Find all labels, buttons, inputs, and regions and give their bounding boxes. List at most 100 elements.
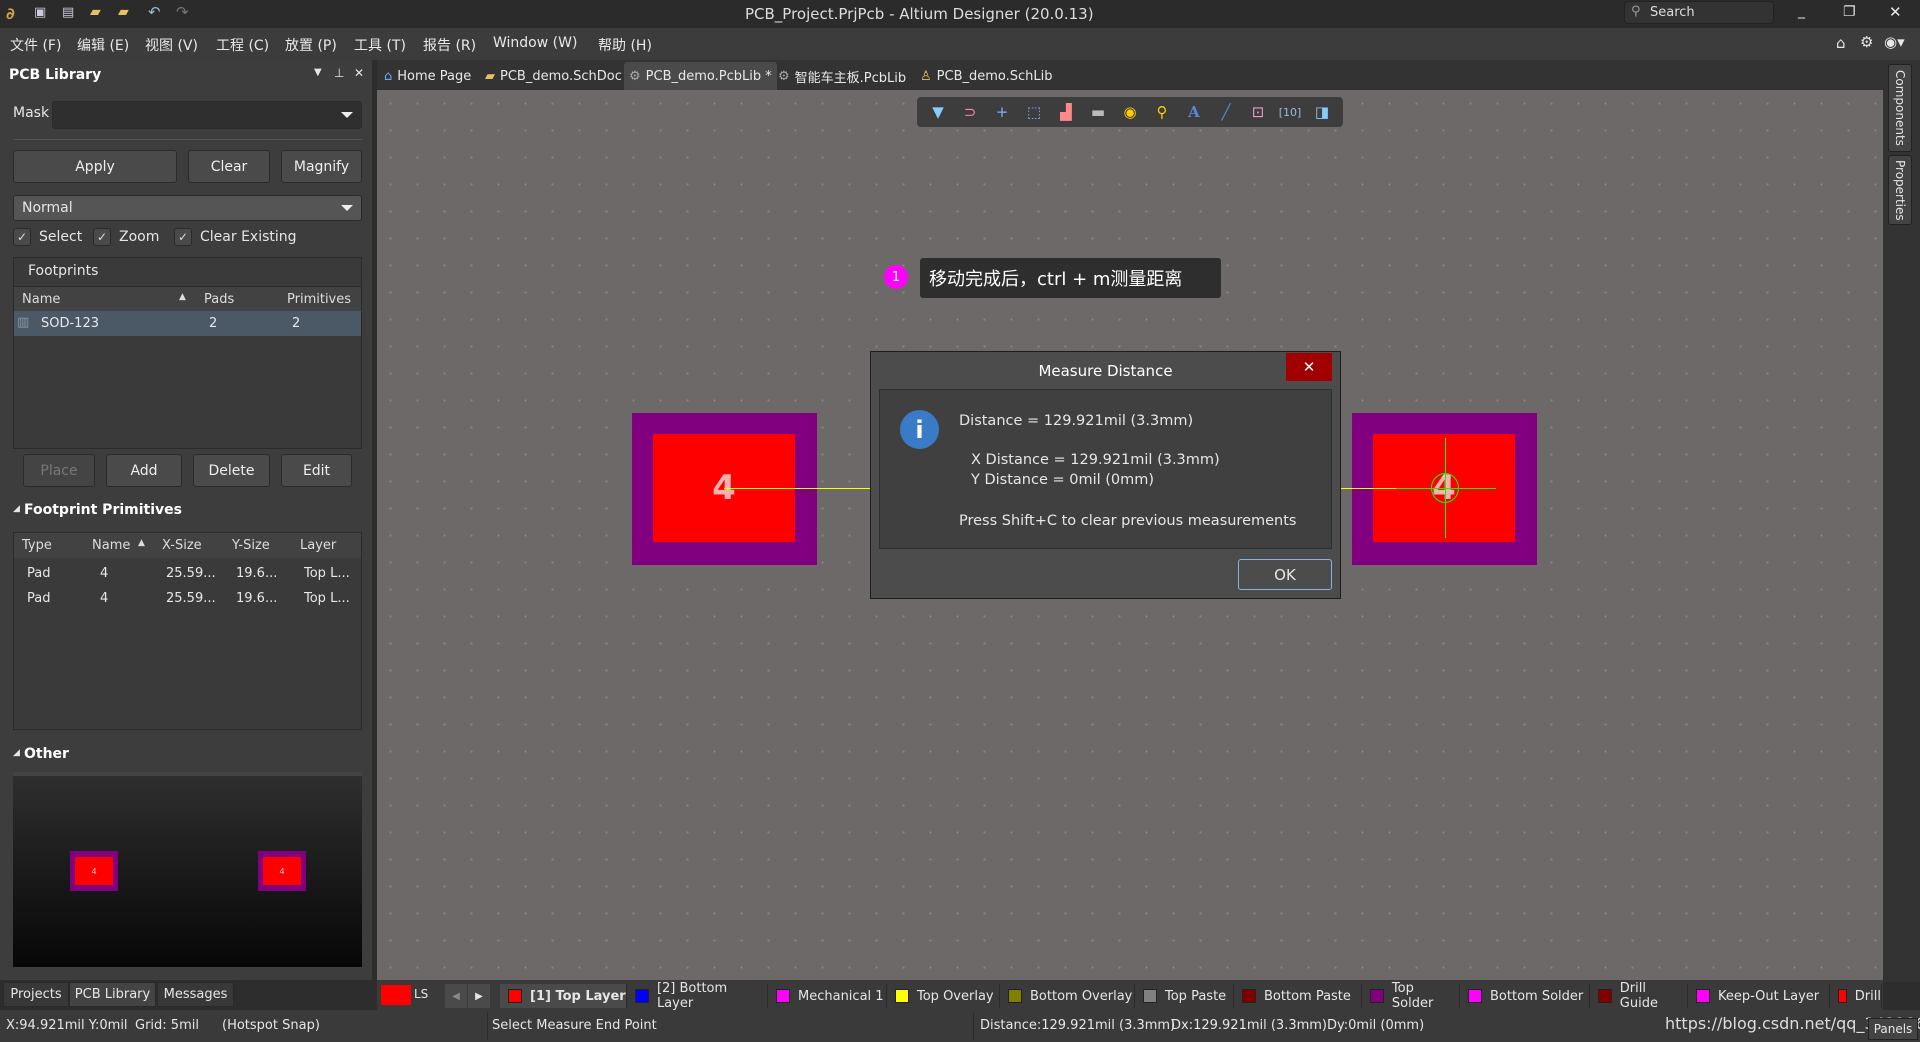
cell-y-size: 19.6...	[236, 566, 278, 581]
clear-button[interactable]: Clear	[188, 150, 270, 183]
user-account-icon[interactable]: ◉▾	[1884, 33, 1905, 51]
place-button[interactable]: Place	[23, 454, 95, 487]
snap-mode: (Hotspot Snap)	[222, 1018, 320, 1033]
minimize-button[interactable]: _	[1798, 3, 1805, 19]
mask-input[interactable]	[52, 101, 362, 129]
footprints-title: Footprints	[28, 263, 99, 279]
col-x-size[interactable]: X-Size	[162, 538, 202, 553]
gear-icon[interactable]: ⚙	[1860, 33, 1873, 51]
panels-button[interactable]: Panels	[1868, 1018, 1918, 1040]
col-primitives[interactable]: Primitives	[287, 292, 351, 307]
region-icon[interactable]: ◨	[1309, 101, 1335, 123]
zoom-checkbox[interactable]: ✓ Zoom	[93, 228, 159, 246]
menu-reports[interactable]: 报告 (R)	[423, 35, 476, 55]
ok-button[interactable]: OK	[1238, 559, 1332, 590]
layer-tab[interactable]: [2] Bottom Layer	[627, 981, 768, 1011]
menu-file[interactable]: 文件 (F)	[10, 35, 61, 55]
panel-menu-icon[interactable]: ▼	[314, 67, 322, 78]
table-row[interactable]: Pad 4 25.59... 19.6... Top L...	[14, 562, 361, 586]
search-box[interactable]: ⚲ Search	[1624, 1, 1774, 24]
mode-select[interactable]: Normal	[13, 195, 362, 221]
divider	[13, 139, 362, 140]
col-name[interactable]: Name	[22, 292, 60, 307]
home-icon[interactable]: ⌂	[1836, 34, 1846, 52]
current-layer-color[interactable]	[381, 985, 411, 1005]
add-button[interactable]: Add	[106, 454, 182, 487]
collapse-icon[interactable]: ◢	[13, 748, 20, 758]
tab-pcb-library[interactable]: PCB Library	[69, 982, 156, 1007]
clear-existing-checkbox[interactable]: ✓ Clear Existing	[174, 228, 297, 246]
save-icon[interactable]: ▣	[34, 5, 46, 20]
menu-window[interactable]: Window (W)	[493, 35, 577, 51]
table-row[interactable]: Pad 4 25.59... 19.6... Top L...	[14, 587, 361, 611]
col-y-size[interactable]: Y-Size	[232, 538, 270, 553]
line-icon[interactable]: ╱	[1213, 101, 1239, 123]
scroll-right-arrow[interactable]: ▶	[468, 984, 490, 1008]
layer-tab[interactable]: Top Overlay	[887, 984, 1000, 1008]
layer-tab[interactable]: Top Solder	[1362, 981, 1460, 1011]
scroll-left-arrow[interactable]: ◀	[445, 984, 467, 1008]
layer-tab[interactable]: Drill Guide	[1590, 981, 1688, 1011]
layer-tab[interactable]: Bottom Overlay	[1000, 984, 1135, 1008]
layer-set-button[interactable]: LS	[414, 987, 428, 1001]
select-rect-icon[interactable]: ⬚	[1021, 101, 1047, 123]
tab-schdoc[interactable]: ▰ PCB_demo.SchDoc	[480, 62, 627, 90]
open-icon[interactable]: ▰	[90, 4, 101, 20]
status-dx: Dx:129.921mil (3.3mm)	[1171, 1018, 1328, 1033]
align-icon[interactable]: ▟	[1053, 101, 1079, 123]
cell-x-size: 25.59...	[166, 566, 216, 581]
filter-icon[interactable]: ▼	[925, 101, 951, 123]
magnify-button[interactable]: Magnify	[281, 150, 362, 183]
layer-tab[interactable]: Drill	[1830, 984, 1882, 1008]
string-icon[interactable]: [10]	[1277, 101, 1303, 123]
table-row[interactable]: ▥ SOD-123 2 2	[14, 311, 361, 336]
pad-icon[interactable]: ◉	[1117, 101, 1143, 123]
edit-button[interactable]: Edit	[281, 454, 352, 487]
menu-edit[interactable]: 编辑 (E)	[77, 35, 129, 55]
tab-schlib[interactable]: ♙ PCB_demo.SchLib	[915, 62, 1058, 90]
interactive-routing-icon[interactable]: ⊃	[957, 101, 983, 123]
pad-left[interactable]: 4	[632, 413, 817, 565]
component-icon[interactable]: ▬	[1085, 101, 1111, 123]
tab-pcblib-active[interactable]: ⚙ PCB_demo.PcbLib *	[624, 62, 777, 90]
menu-view[interactable]: 视图 (V)	[145, 35, 198, 55]
apply-button[interactable]: Apply	[13, 150, 177, 183]
panel-close-icon[interactable]: ✕	[354, 66, 364, 80]
text-icon[interactable]: A	[1181, 101, 1207, 123]
layer-tab[interactable]: [1] Top Layer	[500, 984, 627, 1008]
collapse-icon[interactable]: ◢	[13, 504, 20, 514]
open-project-icon[interactable]: ▰	[118, 4, 129, 20]
col-name[interactable]: Name	[92, 538, 130, 553]
restore-button[interactable]: ❐	[1843, 4, 1856, 20]
tab-home-page[interactable]: ⌂ Home Page	[379, 62, 476, 90]
close-window-button[interactable]: ✕	[1889, 3, 1902, 21]
dialog-close-button[interactable]: ✕	[1286, 353, 1332, 381]
select-checkbox[interactable]: ✓ Select	[13, 228, 82, 246]
tab-projects[interactable]: Projects	[3, 982, 69, 1007]
tab-pcblib-2[interactable]: ⚙ 智能车主板.PcbLib	[773, 62, 911, 90]
components-tab[interactable]: Components	[1888, 64, 1912, 152]
layer-tab[interactable]: Keep-Out Layer	[1688, 984, 1830, 1008]
col-layer[interactable]: Layer	[300, 538, 336, 553]
menu-help[interactable]: 帮助 (H)	[598, 35, 652, 55]
layer-tab[interactable]: Mechanical 1	[768, 984, 887, 1008]
pin-icon[interactable]: ⊥	[334, 66, 344, 80]
layer-label: Drill	[1854, 988, 1881, 1004]
col-type[interactable]: Type	[22, 538, 52, 553]
crosshair-icon[interactable]: +	[989, 101, 1015, 123]
via-icon[interactable]: ⚲	[1149, 101, 1175, 123]
save-all-icon[interactable]: ▤	[62, 5, 74, 20]
dimension-icon[interactable]: ⊡	[1245, 101, 1271, 123]
layer-tab[interactable]: Top Paste	[1135, 984, 1234, 1008]
layer-tab[interactable]: Bottom Solder	[1460, 984, 1590, 1008]
properties-tab[interactable]: Properties	[1888, 155, 1912, 225]
delete-button[interactable]: Delete	[193, 454, 270, 487]
redo-icon[interactable]: ↷	[176, 3, 189, 21]
menu-project[interactable]: 工程 (C)	[216, 35, 269, 55]
menu-tools[interactable]: 工具 (T)	[354, 35, 406, 55]
undo-icon[interactable]: ↶	[148, 3, 161, 21]
menu-place[interactable]: 放置 (P)	[285, 35, 337, 55]
layer-tab[interactable]: Bottom Paste	[1234, 984, 1362, 1008]
tab-messages[interactable]: Messages	[157, 982, 234, 1007]
col-pads[interactable]: Pads	[204, 292, 234, 307]
